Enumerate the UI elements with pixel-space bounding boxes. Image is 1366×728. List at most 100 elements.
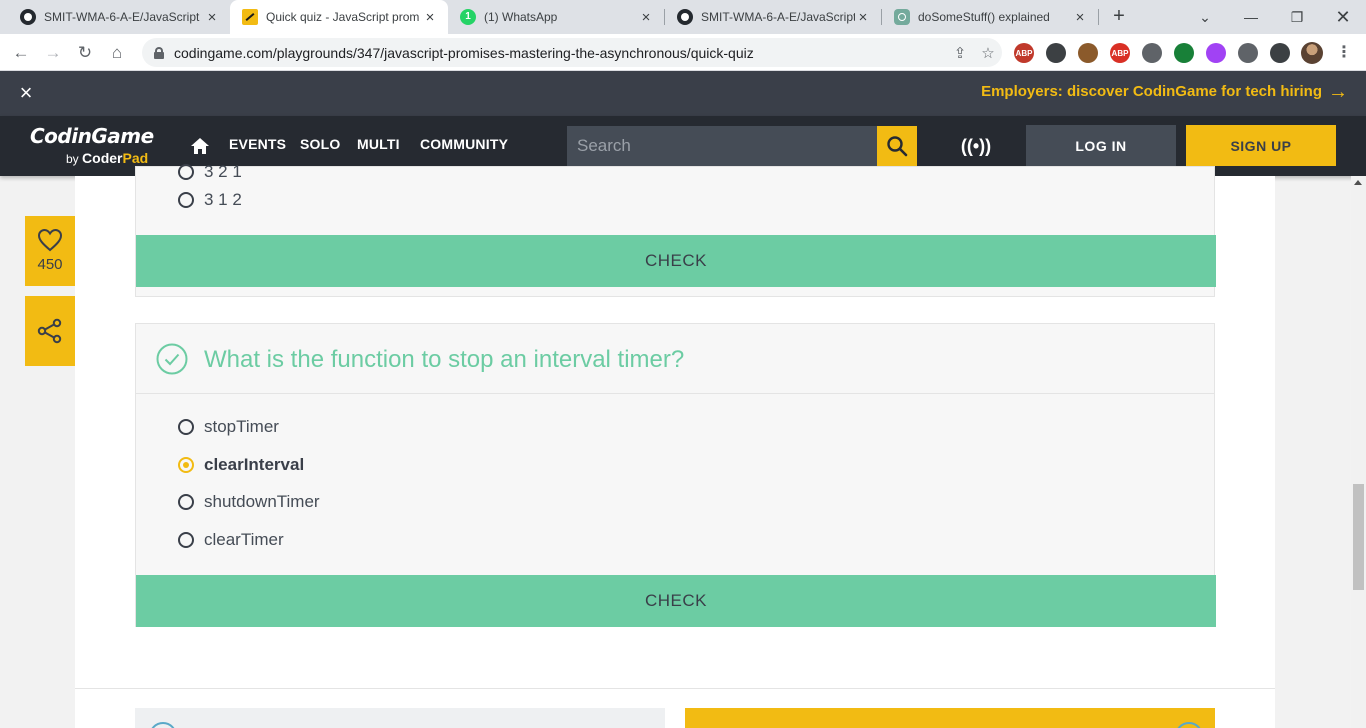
address-bar: ← → ↻ ⌂ codingame.com/playgrounds/347/ja… bbox=[0, 34, 1366, 71]
radio-button[interactable] bbox=[178, 192, 194, 208]
cookie-icon[interactable] bbox=[1078, 43, 1098, 63]
url-omnibox[interactable]: codingame.com/playgrounds/347/javascript… bbox=[142, 38, 1002, 67]
codingame-icon bbox=[242, 9, 258, 25]
browser-tab[interactable]: SMIT-WMA-6-A-E/JavaScript × bbox=[665, 0, 881, 34]
sidepanel-icon[interactable] bbox=[1270, 43, 1290, 63]
quiz-block: What is the function to stop an interval… bbox=[135, 323, 1216, 627]
radio-button[interactable] bbox=[178, 419, 194, 435]
gem-icon[interactable] bbox=[1206, 43, 1226, 63]
scroll-up-arrow-icon[interactable] bbox=[1354, 180, 1362, 185]
heart-icon bbox=[37, 228, 63, 252]
nav-events[interactable]: EVENTS bbox=[229, 136, 286, 152]
tab-title: SMIT-WMA-6-A-E/JavaScript bbox=[44, 10, 200, 24]
employer-banner: × Employers: discover CodinGame for tech… bbox=[0, 71, 1366, 116]
logo-pad: Pad bbox=[122, 150, 149, 166]
profile-avatar[interactable] bbox=[1301, 42, 1323, 64]
nav-community[interactable]: COMMUNITY bbox=[420, 136, 508, 152]
login-button[interactable]: LOG IN bbox=[1026, 125, 1176, 166]
close-tab-icon[interactable]: × bbox=[855, 9, 871, 26]
puzzle-icon[interactable] bbox=[1238, 43, 1258, 63]
like-widget[interactable]: 450 bbox=[25, 216, 75, 286]
employers-link-text: Employers: discover CodinGame for tech h… bbox=[981, 83, 1322, 100]
logo-by: by bbox=[66, 152, 79, 166]
reload-icon[interactable]: ↻ bbox=[72, 40, 98, 66]
restore-icon[interactable]: ❐ bbox=[1274, 0, 1320, 34]
nav-multi[interactable]: MULTI bbox=[357, 136, 400, 152]
close-tab-icon[interactable]: × bbox=[204, 9, 220, 26]
ublock-icon[interactable]: ABP bbox=[1014, 43, 1034, 63]
abp-icon[interactable]: ABP bbox=[1110, 43, 1130, 63]
radio-button[interactable] bbox=[178, 164, 194, 180]
question-header: What is the function to stop an interval… bbox=[136, 324, 1214, 394]
quiz-option[interactable]: shutdownTimer bbox=[178, 491, 320, 513]
logo-wordmark: CodinGame bbox=[30, 124, 154, 148]
tab-title: SMIT-WMA-6-A-E/JavaScript bbox=[701, 10, 855, 24]
check-button[interactable]: CHECK bbox=[136, 575, 1216, 627]
question-title: What is the function to stop an interval… bbox=[204, 346, 685, 373]
close-tab-icon[interactable]: × bbox=[422, 9, 438, 26]
browser-tab[interactable]: 1 (1) WhatsApp × bbox=[448, 0, 664, 34]
next-page-card[interactable] bbox=[685, 708, 1215, 728]
quiz-option[interactable]: 3 2 1 bbox=[178, 161, 242, 183]
home-icon[interactable]: ⌂ bbox=[104, 40, 130, 66]
quiz-option-selected[interactable]: clearInterval bbox=[178, 454, 304, 476]
window-close-icon[interactable]: ✕ bbox=[1320, 0, 1366, 34]
nav-solo[interactable]: SOLO bbox=[300, 136, 340, 152]
robot-icon[interactable] bbox=[1046, 43, 1066, 63]
search-input[interactable] bbox=[577, 136, 857, 156]
quiz-option[interactable]: stopTimer bbox=[178, 416, 279, 438]
browser-tab[interactable]: doSomeStuff() explained × bbox=[882, 0, 1098, 34]
close-tab-icon[interactable]: × bbox=[638, 9, 654, 26]
forward-icon[interactable]: → bbox=[40, 40, 66, 66]
option-label: shutdownTimer bbox=[204, 492, 320, 511]
close-tab-icon[interactable]: × bbox=[1072, 9, 1088, 26]
browser-tab[interactable]: SMIT-WMA-6-A-E/JavaScript × bbox=[8, 0, 230, 34]
search-field[interactable] bbox=[567, 126, 877, 166]
github-icon bbox=[677, 9, 693, 25]
chatgpt-icon bbox=[894, 9, 910, 25]
share-icon[interactable]: ⇪ bbox=[946, 41, 974, 65]
url-text[interactable]: codingame.com/playgrounds/347/javascript… bbox=[174, 45, 946, 61]
tab-separator bbox=[1098, 9, 1099, 25]
pen-icon[interactable] bbox=[1174, 43, 1194, 63]
tab-search-icon[interactable]: ⌄ bbox=[1182, 0, 1228, 34]
browser-tab-active[interactable]: Quick quiz - JavaScript prom × bbox=[230, 0, 448, 34]
search-button[interactable] bbox=[877, 126, 917, 166]
lock-icon bbox=[154, 46, 164, 59]
share-widget[interactable] bbox=[25, 296, 75, 366]
scrollbar-thumb[interactable] bbox=[1353, 484, 1364, 590]
radio-button[interactable] bbox=[178, 532, 194, 548]
employers-link[interactable]: Employers: discover CodinGame for tech h… bbox=[981, 82, 1348, 102]
prev-circle-icon bbox=[149, 722, 177, 728]
live-broadcast-icon[interactable]: ((•)) bbox=[960, 134, 992, 158]
minimize-icon[interactable]: — bbox=[1228, 0, 1274, 34]
next-circle-icon bbox=[1175, 722, 1203, 728]
link-icon[interactable] bbox=[1142, 43, 1162, 63]
close-banner-icon[interactable]: × bbox=[14, 81, 38, 105]
bookmark-star-icon[interactable]: ☆ bbox=[974, 41, 1002, 65]
radio-button[interactable] bbox=[178, 494, 194, 510]
logo-subtitle: by CoderPad bbox=[66, 150, 148, 166]
option-label: clearTimer bbox=[204, 530, 284, 549]
check-circle-icon bbox=[156, 343, 188, 375]
quiz-option[interactable]: clearTimer bbox=[178, 529, 284, 551]
codingame-logo[interactable]: CodinGame by CoderPad bbox=[30, 124, 165, 168]
page-scrollbar[interactable] bbox=[1351, 176, 1366, 728]
like-count: 450 bbox=[37, 256, 63, 273]
search-icon bbox=[887, 136, 908, 157]
previous-quiz-block: 3 2 1 3 1 2 CHECK bbox=[135, 162, 1216, 297]
share-icon bbox=[37, 318, 62, 344]
section-divider bbox=[75, 688, 1275, 689]
quiz-option[interactable]: 3 1 2 bbox=[178, 189, 242, 211]
back-icon[interactable]: ← bbox=[8, 40, 34, 66]
prev-page-card[interactable] bbox=[135, 708, 665, 728]
playground-content: 3 2 1 3 1 2 CHECK What is the function t… bbox=[75, 162, 1275, 728]
option-label: 3 2 1 bbox=[204, 162, 242, 181]
browser-menu-icon[interactable]: ⋮ bbox=[1334, 43, 1354, 63]
new-tab-button[interactable]: + bbox=[1108, 6, 1130, 28]
signup-button[interactable]: SIGN UP bbox=[1186, 125, 1336, 166]
home-icon[interactable] bbox=[190, 136, 210, 156]
radio-button-selected[interactable] bbox=[178, 457, 194, 473]
check-button[interactable]: CHECK bbox=[136, 235, 1216, 287]
tab-title: Quick quiz - JavaScript prom bbox=[266, 10, 420, 24]
